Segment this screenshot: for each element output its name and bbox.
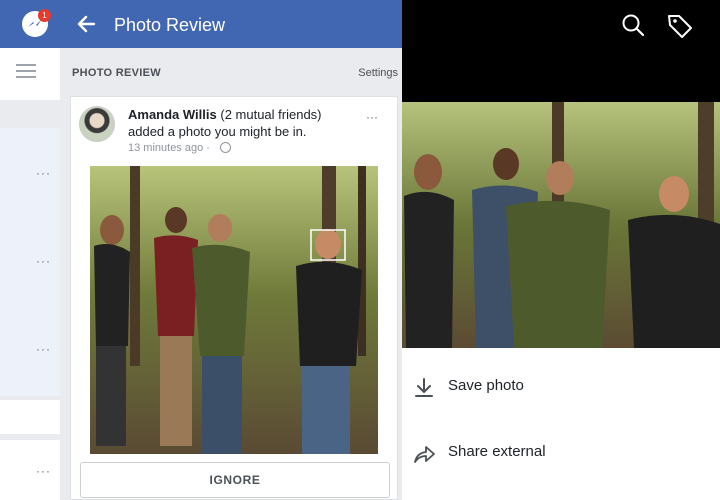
avatar[interactable]	[79, 106, 115, 142]
post-author[interactable]: Amanda Willis	[128, 107, 217, 122]
post-text: added a photo you might be in.	[128, 124, 307, 139]
back-arrow-icon[interactable]	[76, 14, 96, 39]
left-list-item	[0, 400, 60, 434]
post-more-icon[interactable]: ···	[366, 110, 378, 124]
share-external-action[interactable]: Share external	[402, 422, 720, 482]
more-options-icon[interactable]: ···	[36, 342, 51, 356]
left-panel: 1 ··· ··· ··· ···	[0, 0, 60, 500]
settings-link[interactable]: Settings	[358, 67, 398, 79]
post-timestamp: 13 minutes ago ·	[128, 142, 210, 154]
more-options-icon[interactable]: ···	[36, 254, 51, 268]
viewer-top-bar	[402, 0, 720, 102]
more-options-icon[interactable]: ···	[36, 464, 51, 478]
share-external-label: Share external	[448, 443, 546, 460]
photo-viewer: Save photo Share external	[402, 0, 720, 500]
section-title: PHOTO REVIEW	[72, 67, 161, 79]
page-title: Photo Review	[114, 15, 226, 35]
notification-badge: 1	[38, 9, 51, 22]
more-options-icon[interactable]: ···	[36, 166, 51, 180]
ignore-button[interactable]: IGNORE	[80, 462, 390, 498]
post-photo[interactable]	[90, 166, 378, 454]
left-top-bar: 1	[0, 0, 60, 48]
top-bar: Photo Review	[60, 0, 402, 48]
share-icon	[412, 442, 436, 471]
viewer-photo[interactable]	[402, 102, 720, 348]
search-icon[interactable]	[620, 12, 646, 43]
post-author-line: Amanda Willis (2 mutual friends)	[128, 107, 322, 122]
globe-icon	[220, 142, 231, 153]
save-photo-action[interactable]: Save photo	[402, 356, 720, 416]
left-list	[0, 128, 60, 396]
tag-icon[interactable]	[666, 12, 694, 45]
photo-review-panel: Photo Review PHOTO REVIEW Settings Amand…	[60, 0, 402, 500]
download-icon	[412, 376, 436, 405]
photo-actions-menu: Save photo Share external	[402, 348, 720, 500]
mutual-friends: (2 mutual friends)	[220, 107, 322, 122]
save-photo-label: Save photo	[448, 377, 524, 394]
left-list-item	[0, 440, 60, 500]
menu-icon[interactable]	[16, 64, 36, 78]
